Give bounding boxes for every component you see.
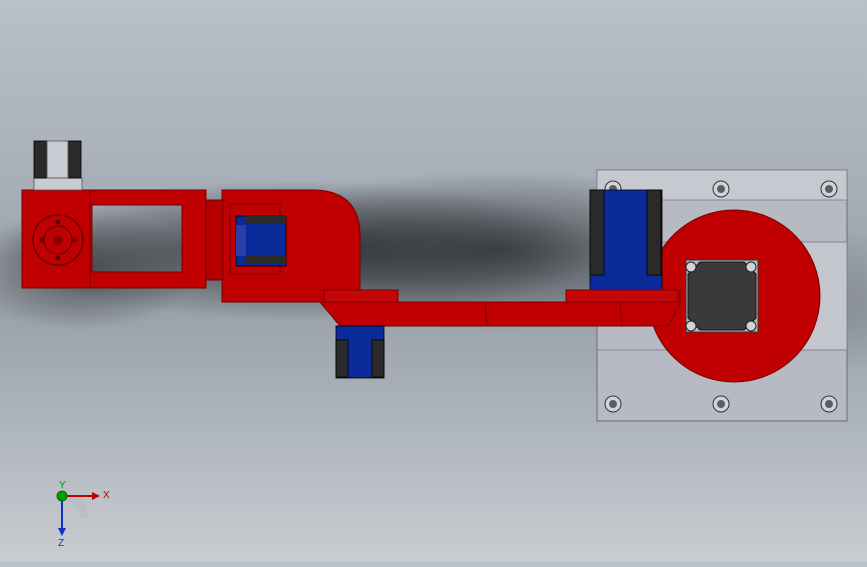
3d-viewport[interactable]: X Y Z	[0, 0, 867, 562]
coordinate-triad: X Y Z	[56, 480, 110, 548]
z-axis-label: Z	[58, 538, 64, 548]
lower-arm-link[interactable]	[318, 289, 681, 327]
elbow-joint[interactable]	[335, 325, 385, 379]
upper-arm[interactable]	[221, 189, 361, 303]
shoulder-joint[interactable]	[589, 189, 663, 291]
wrist-link[interactable]	[87, 189, 224, 289]
x-axis-label: X	[103, 490, 110, 501]
y-axis-label: Y	[59, 480, 66, 491]
end-effector[interactable]	[21, 140, 91, 289]
robot-arm-model[interactable]	[0, 0, 867, 562]
y-axis-dot-icon	[56, 490, 68, 502]
z-axis-arrowhead-icon	[58, 528, 66, 536]
x-axis-arrowhead-icon	[92, 492, 100, 500]
